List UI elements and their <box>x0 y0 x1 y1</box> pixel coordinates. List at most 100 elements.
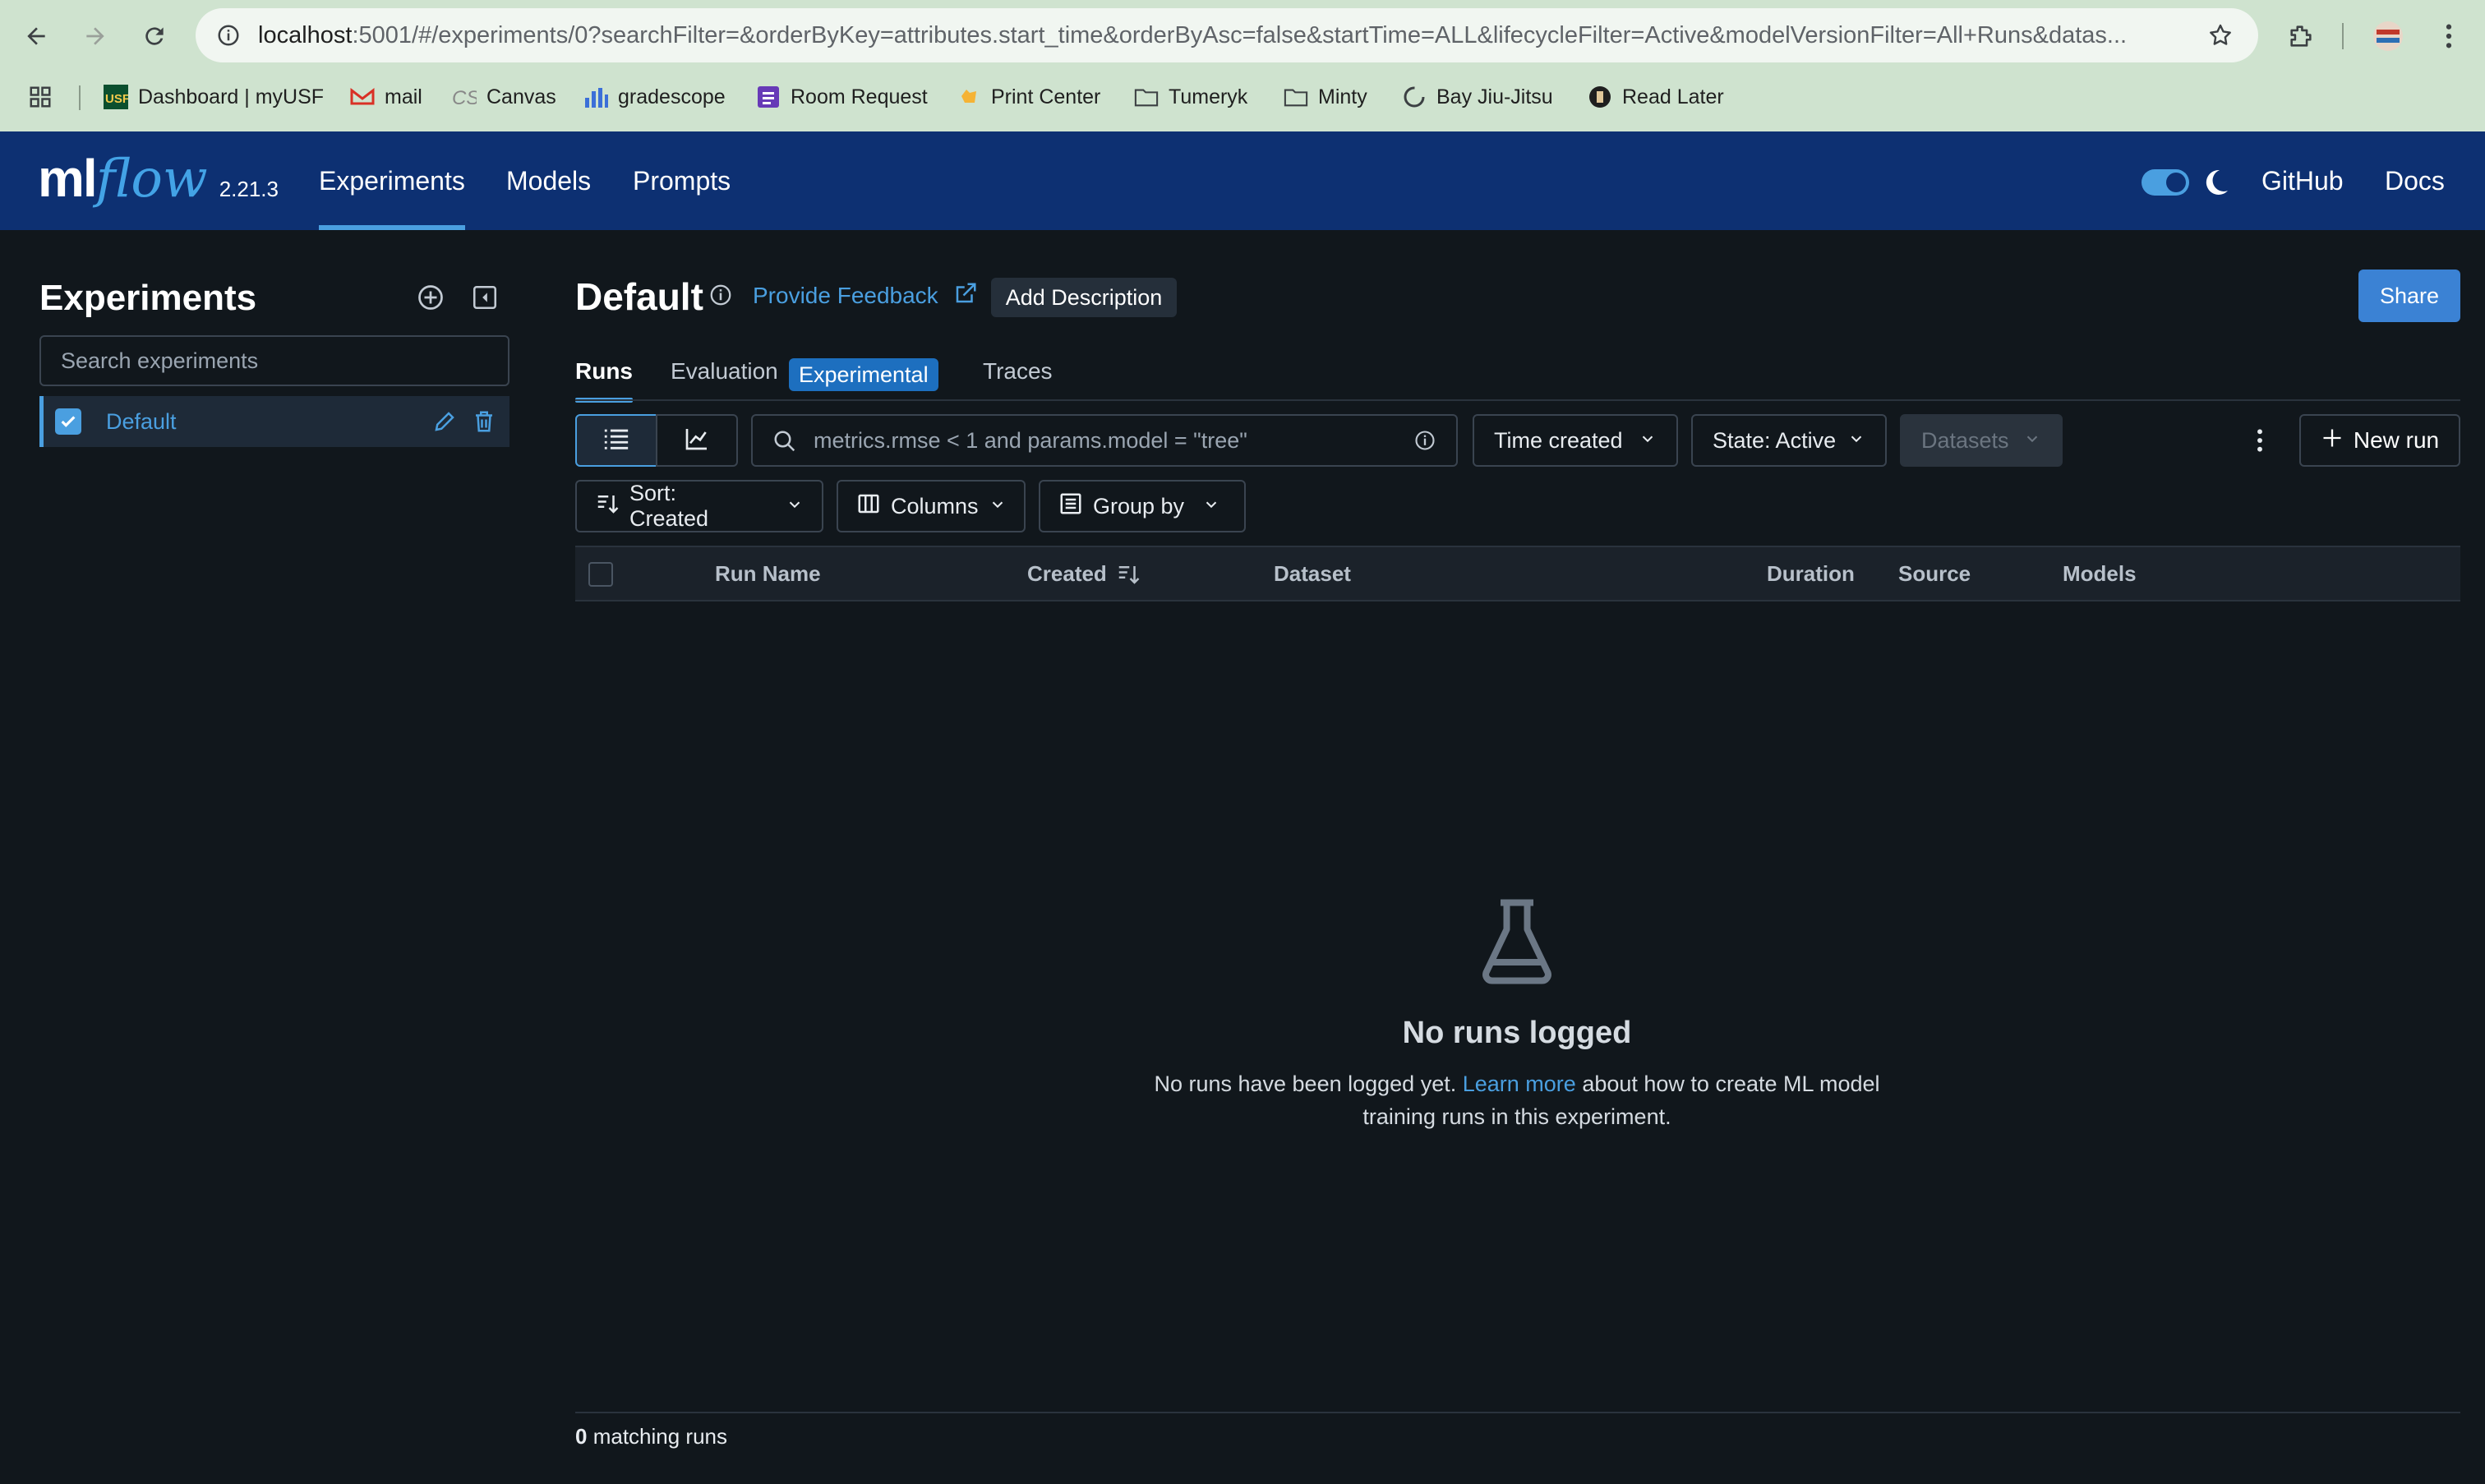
usf-icon: USF <box>104 85 128 109</box>
folder-icon <box>1134 85 1159 109</box>
address-bar[interactable]: localhost:5001/#/experiments/0?searchFil… <box>196 8 2258 62</box>
svg-text:CS: CS <box>452 87 477 109</box>
filter-info-icon[interactable] <box>1413 429 1436 456</box>
bookmark-minty[interactable]: Minty <box>1284 76 1367 118</box>
plus-icon <box>2321 426 2344 455</box>
dark-mode-toggle[interactable] <box>2142 169 2189 196</box>
experiment-title: Default <box>575 275 703 318</box>
bookmark-mail[interactable]: mail <box>350 76 422 118</box>
new-run-button[interactable]: New run <box>2299 414 2460 467</box>
empty-state: No runs logged No runs have been logged … <box>1150 892 1883 1133</box>
learn-more-link[interactable]: Learn more <box>1463 1072 1576 1096</box>
reload-icon[interactable] <box>136 18 173 54</box>
chart-view-button[interactable] <box>656 414 738 467</box>
bookmark-tumeryk[interactable]: Tumeryk <box>1134 76 1247 118</box>
chevron-down-icon <box>1639 428 1657 454</box>
forward-icon[interactable] <box>77 18 113 54</box>
add-description-button[interactable]: Add Description <box>991 278 1177 317</box>
group-by-dropdown[interactable]: Group by <box>1039 480 1246 532</box>
table-view-button[interactable] <box>575 414 657 467</box>
matching-runs-count: 0 matching runs <box>575 1424 728 1449</box>
list-icon <box>602 426 630 455</box>
bookmarks-divider <box>79 85 81 110</box>
experiment-checkbox[interactable] <box>55 408 81 435</box>
column-models[interactable]: Models <box>2063 547 2137 600</box>
site-info-icon[interactable] <box>212 19 245 52</box>
state-dropdown[interactable]: State: Active <box>1691 414 1887 467</box>
experiment-search-input[interactable]: Search experiments <box>39 335 509 386</box>
run-filter-input[interactable]: metrics.rmse < 1 and params.model = "tre… <box>751 414 1458 467</box>
chevron-down-icon <box>989 494 1007 519</box>
bookmark-gradescope[interactable]: gradescope <box>583 76 726 118</box>
more-options-icon[interactable] <box>2243 419 2276 462</box>
chevron-down-icon <box>1847 428 1865 454</box>
bookmark-dashboard-myusf[interactable]: USF Dashboard | myUSF <box>104 76 324 118</box>
sort-dropdown[interactable]: Sort: Created <box>575 480 823 532</box>
bookmark-star-icon[interactable] <box>2204 19 2237 52</box>
app-header: ml flow 2.21.3 Experiments Models Prompt… <box>0 131 2485 230</box>
github-link[interactable]: GitHub <box>2261 131 2344 230</box>
edit-icon[interactable] <box>428 405 461 438</box>
hand-icon <box>957 85 981 109</box>
search-icon <box>772 429 797 458</box>
chevron-down-icon <box>786 494 804 519</box>
external-link-icon <box>953 281 978 311</box>
extensions-icon[interactable] <box>2283 18 2319 54</box>
experimental-badge: Experimental <box>789 358 938 391</box>
canvas-icon: CS <box>452 85 477 109</box>
sidebar-item-default[interactable]: Default <box>39 396 509 447</box>
version-label: 2.21.3 <box>219 177 279 201</box>
profile-avatar[interactable] <box>2370 18 2406 54</box>
folder-icon <box>1284 85 1308 109</box>
share-button[interactable]: Share <box>2358 270 2460 322</box>
svg-text:USF: USF <box>105 92 128 106</box>
columns-icon <box>856 491 881 522</box>
url-text: localhost:5001/#/experiments/0?searchFil… <box>258 22 2128 48</box>
delete-icon[interactable] <box>468 405 500 438</box>
nav-experiments[interactable]: Experiments <box>319 131 465 230</box>
mlflow-logo[interactable]: ml flow 2.21.3 <box>38 148 279 214</box>
sidebar-title: Experiments <box>39 278 257 318</box>
group-icon <box>1058 491 1083 522</box>
chevron-down-icon <box>1202 494 1220 519</box>
select-all-checkbox[interactable] <box>588 562 613 587</box>
column-created[interactable]: Created <box>1027 547 1107 600</box>
tab-evaluation[interactable]: Evaluation <box>671 358 778 399</box>
nav-prompts[interactable]: Prompts <box>633 131 731 230</box>
sort-desc-icon[interactable] <box>1116 562 1141 591</box>
add-experiment-icon[interactable] <box>413 279 449 316</box>
form-icon <box>756 85 781 109</box>
beaker-icon <box>1482 899 1551 984</box>
tab-traces[interactable]: Traces <box>983 358 1053 399</box>
columns-dropdown[interactable]: Columns <box>837 480 1026 532</box>
collapse-sidebar-icon[interactable] <box>467 279 503 316</box>
circle-icon <box>1402 85 1427 109</box>
gradescope-icon <box>583 85 608 109</box>
apps-grid-icon[interactable] <box>28 76 53 118</box>
bookmark-room-request[interactable]: Room Request <box>756 76 928 118</box>
bookmark-canvas[interactable]: CS Canvas <box>452 76 556 118</box>
column-duration[interactable]: Duration <box>1767 547 1855 600</box>
sort-icon <box>595 491 620 522</box>
browser-chrome: localhost:5001/#/experiments/0?searchFil… <box>0 0 2485 131</box>
column-run-name[interactable]: Run Name <box>715 547 821 600</box>
provide-feedback-link[interactable]: Provide Feedback <box>753 279 978 312</box>
column-dataset[interactable]: Dataset <box>1274 547 1351 600</box>
toolbar-divider <box>2342 23 2344 49</box>
docs-link[interactable]: Docs <box>2385 131 2445 230</box>
bookmark-print-center[interactable]: Print Center <box>957 76 1100 118</box>
bookmark-bay-jiu-jitsu[interactable]: Bay Jiu-Jitsu <box>1402 76 1553 118</box>
read-later-icon <box>1588 85 1612 109</box>
time-created-dropdown[interactable]: Time created <box>1473 414 1678 467</box>
footer-divider <box>575 1412 2460 1413</box>
bookmark-read-later[interactable]: Read Later <box>1588 76 1724 118</box>
datasets-dropdown[interactable]: Datasets <box>1900 414 2063 467</box>
info-icon[interactable] <box>708 283 735 309</box>
chrome-menu-icon[interactable] <box>2431 18 2467 54</box>
back-icon[interactable] <box>18 18 54 54</box>
moon-icon <box>2199 166 2232 199</box>
empty-description: No runs have been logged yet. Learn more… <box>1154 1072 1880 1129</box>
nav-models[interactable]: Models <box>506 131 591 230</box>
column-source[interactable]: Source <box>1898 547 1971 600</box>
tab-runs[interactable]: Runs <box>575 358 633 403</box>
